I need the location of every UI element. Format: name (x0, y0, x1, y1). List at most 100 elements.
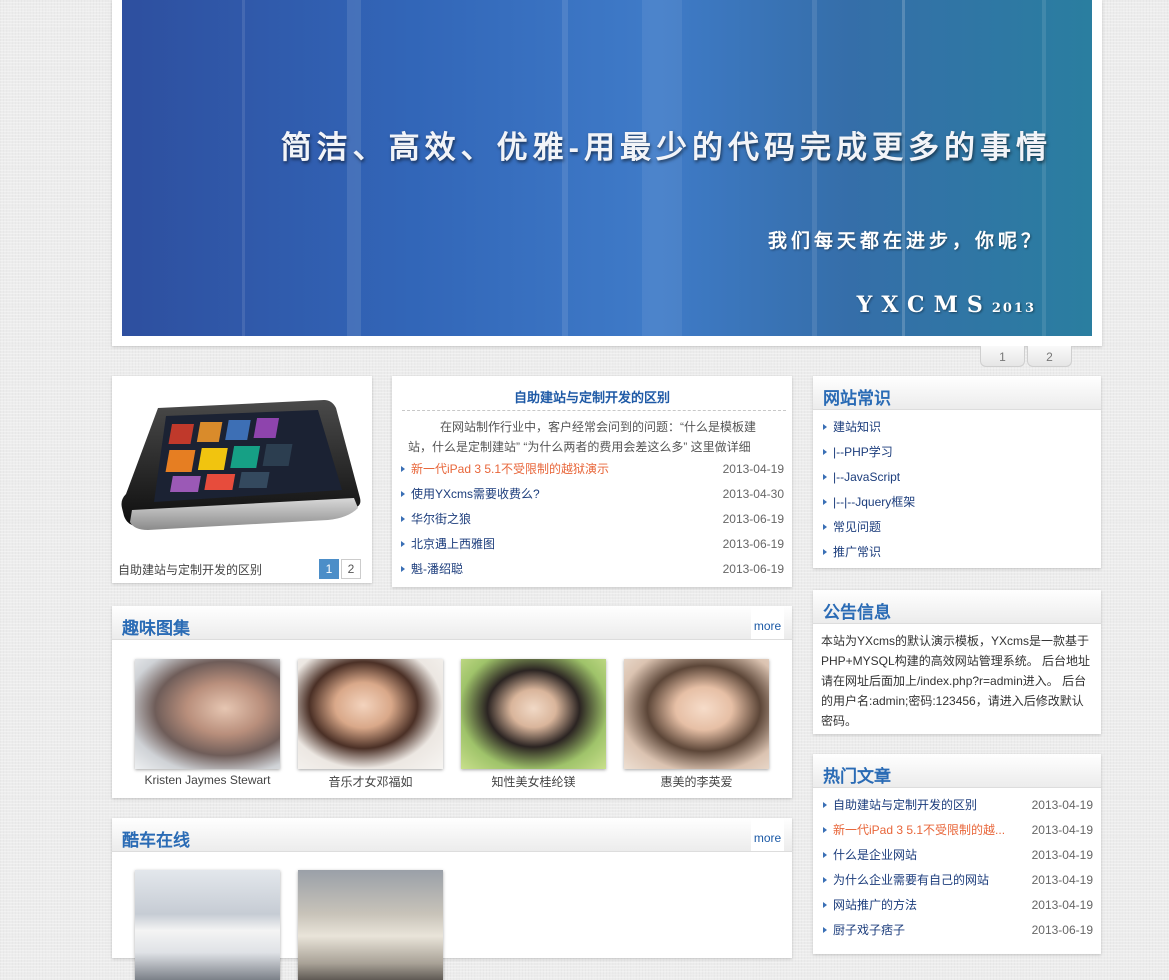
knowledge-item[interactable]: |--PHP学习 (823, 442, 1091, 462)
arrow-bullet-icon (823, 852, 827, 858)
news-item-date: 2013-04-19 (722, 462, 784, 476)
gallery-photo[interactable] (461, 659, 606, 769)
car-photo[interactable] (135, 870, 280, 980)
gallery-caption[interactable]: 惠美的李英爱 (624, 773, 769, 790)
news-item-title[interactable]: 新一代iPad 3 5.1不受限制的越狱演示 (411, 459, 609, 479)
banner-page-2[interactable]: 2 (1027, 346, 1072, 367)
hot-article-item[interactable]: 新一代iPad 3 5.1不受限制的越... 2013-04-19 (823, 820, 1093, 840)
arrow-bullet-icon (401, 491, 405, 497)
banner-title: 简洁、高效、优雅-用最少的代码完成更多的事情 (280, 130, 1052, 165)
news-summary: 在网站制作行业中，客户经常会问到的问题：“什么是模板建站，什么是定制建站” “为… (408, 420, 756, 454)
news-item-title[interactable]: 北京遇上西雅图 (411, 534, 495, 554)
arrow-bullet-icon (823, 424, 827, 430)
arrow-bullet-icon (401, 516, 405, 522)
hot-header: 热门文章 (813, 754, 1101, 788)
banner-brand-year: 2013 (991, 301, 1036, 316)
arrow-bullet-icon (823, 524, 827, 530)
hot-title: 热门文章 (823, 767, 891, 786)
knowledge-item[interactable]: 推广常识 (823, 542, 1091, 562)
hot-article-item[interactable]: 为什么企业需要有自己的网站 2013-04-19 (823, 870, 1093, 890)
arrow-bullet-icon (823, 499, 827, 505)
divider (402, 410, 786, 411)
banner-brand-name: YXCMS (856, 292, 992, 318)
hot-article-item-title[interactable]: 厨子戏子痞子 (833, 920, 905, 940)
slide-page-1[interactable]: 1 (319, 559, 339, 579)
slide-caption[interactable]: 自助建站与定制开发的区别 (118, 561, 262, 578)
news-item-title[interactable]: 魁-潘绍聪 (411, 559, 463, 579)
hot-article-item-title[interactable]: 自助建站与定制开发的区别 (833, 795, 977, 815)
news-item[interactable]: 北京遇上西雅图 2013-06-19 (401, 534, 784, 554)
gallery-more-link[interactable]: more (751, 606, 784, 639)
news-item-title[interactable]: 华尔街之狼 (411, 509, 471, 529)
banner-brand: YXCMS2013 (857, 292, 1036, 318)
car-photo[interactable] (298, 870, 443, 980)
hot-article-item[interactable]: 什么是企业网站 2013-04-19 (823, 845, 1093, 865)
knowledge-item-title[interactable]: 建站知识 (833, 417, 881, 437)
hot-article-item-title[interactable]: 新一代iPad 3 5.1不受限制的越... (833, 820, 1005, 840)
hot-article-item[interactable]: 网站推广的方法 2013-04-19 (823, 895, 1093, 915)
cars-panel: 酷车在线 more (112, 818, 792, 980)
gallery-photo[interactable] (135, 659, 280, 769)
gallery-title: 趣味图集 (122, 619, 190, 638)
arrow-bullet-icon (823, 549, 827, 555)
arrow-bullet-icon (401, 466, 405, 472)
arrow-bullet-icon (823, 827, 827, 833)
knowledge-item-title[interactable]: |--|--Jquery框架 (833, 492, 915, 512)
knowledge-item-title[interactable]: |--JavaScript (833, 467, 900, 487)
hot-article-item-date: 2013-04-19 (1031, 898, 1093, 912)
news-item-date: 2013-04-30 (722, 487, 784, 501)
slide-image[interactable] (118, 390, 366, 530)
slide-page-2[interactable]: 2 (341, 559, 361, 579)
news-item-date: 2013-06-19 (722, 537, 784, 551)
arrow-bullet-icon (401, 566, 405, 572)
banner-streak (1042, 0, 1046, 336)
knowledge-item-title[interactable]: 推广常识 (833, 542, 881, 562)
banner-streak (642, 0, 682, 336)
knowledge-item[interactable]: |--|--Jquery框架 (823, 492, 1091, 512)
arrow-bullet-icon (823, 802, 827, 808)
hot-article-item-title[interactable]: 什么是企业网站 (833, 845, 917, 865)
gallery-photo[interactable] (624, 659, 769, 769)
gallery-caption[interactable]: 音乐才女邓福如 (298, 773, 443, 790)
banner-page-1[interactable]: 1 (980, 346, 1025, 367)
hot-articles-panel: 热门文章 自助建站与定制开发的区别 2013-04-19 新一代iPad 3 5.1… (813, 754, 1101, 954)
cars-header: 酷车在线 more (112, 818, 792, 852)
gallery-caption[interactable]: Kristen Jaymes Stewart (135, 773, 280, 787)
arrow-bullet-icon (823, 877, 827, 883)
hot-article-item-date: 2013-04-19 (1031, 873, 1093, 887)
hot-article-item[interactable]: 厨子戏子痞子 2013-06-19 (823, 920, 1093, 940)
knowledge-item-title[interactable]: |--PHP学习 (833, 442, 893, 462)
gallery-photo[interactable] (298, 659, 443, 769)
knowledge-item-title[interactable]: 常见问题 (833, 517, 881, 537)
hot-article-item-date: 2013-04-19 (1031, 823, 1093, 837)
hot-article-item-title[interactable]: 网站推广的方法 (833, 895, 917, 915)
hot-article-item-date: 2013-04-19 (1031, 848, 1093, 862)
arrow-bullet-icon (823, 927, 827, 933)
news-panel: 自助建站与定制开发的区别 在网站制作行业中，客户经常会问到的问题：“什么是模板建… (392, 376, 792, 587)
cars-more-link[interactable]: more (751, 818, 784, 851)
news-item[interactable]: 魁-潘绍聪 2013-06-19 (401, 559, 784, 579)
banner-image[interactable]: 简洁、高效、优雅-用最少的代码完成更多的事情 我们每天都在进步，你呢？ YXCM… (122, 0, 1092, 336)
notice-text: 本站为YXcms的默认演示模板，YXcms是一款基于PHP+MYSQL构建的高效… (821, 634, 1091, 728)
hot-article-item-date: 2013-06-19 (1031, 923, 1093, 937)
banner-streak (812, 0, 817, 336)
arrow-bullet-icon (823, 902, 827, 908)
banner-frame: 简洁、高效、优雅-用最少的代码完成更多的事情 我们每天都在进步，你呢？ YXCM… (112, 0, 1102, 346)
knowledge-item[interactable]: |--JavaScript (823, 467, 1091, 487)
knowledge-item[interactable]: 建站知识 (823, 417, 1091, 437)
knowledge-item[interactable]: 常见问题 (823, 517, 1091, 537)
news-headline[interactable]: 自助建站与定制开发的区别 (392, 387, 792, 406)
gallery-caption[interactable]: 知性美女桂纶镁 (461, 773, 606, 790)
news-item[interactable]: 华尔街之狼 2013-06-19 (401, 509, 784, 529)
news-item[interactable]: 新一代iPad 3 5.1不受限制的越狱演示 2013-04-19 (401, 459, 784, 479)
notice-header: 公告信息 (813, 590, 1101, 624)
hot-article-item[interactable]: 自助建站与定制开发的区别 2013-04-19 (823, 795, 1093, 815)
cars-title: 酷车在线 (122, 831, 190, 850)
hot-article-item-title[interactable]: 为什么企业需要有自己的网站 (833, 870, 989, 890)
news-item[interactable]: 使用YXcms需要收费么? 2013-04-30 (401, 484, 784, 504)
news-item-date: 2013-06-19 (722, 512, 784, 526)
gallery-header: 趣味图集 more (112, 606, 792, 640)
knowledge-title: 网站常识 (823, 389, 891, 408)
banner-streak (902, 0, 905, 336)
news-item-title[interactable]: 使用YXcms需要收费么? (411, 484, 540, 504)
